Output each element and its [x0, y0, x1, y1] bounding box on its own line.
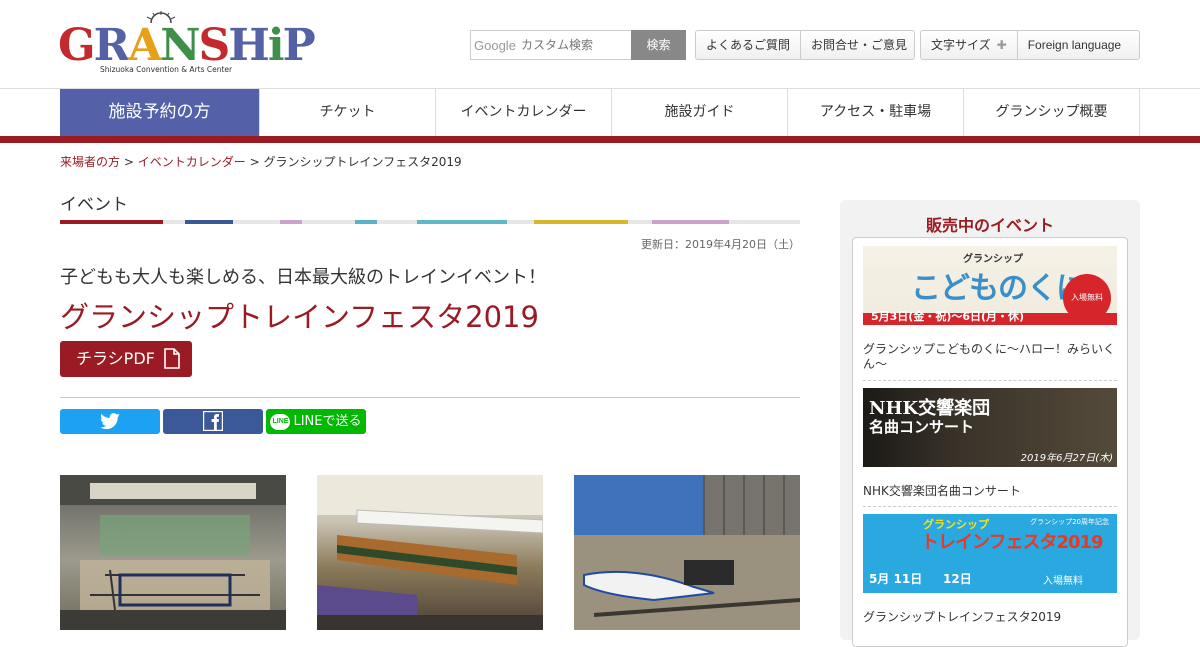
flyer-pdf-label: チラシPDF — [76, 349, 155, 368]
plus-icon: ✚ — [996, 38, 1007, 52]
banner-train-badge: 入場無料 — [1043, 576, 1083, 587]
banner-nhk-sub: 名曲コンサート — [869, 418, 975, 436]
main-nav: 施設予約の方 チケット イベントカレンダー 施設ガイド アクセス・駐車場 グラン… — [60, 89, 1140, 136]
help-links: よくあるご質問 お問合せ・ご意見 — [695, 30, 915, 60]
color-bar-segment — [534, 220, 628, 224]
breadcrumb-sep: > — [123, 155, 134, 169]
color-bar-segment — [628, 220, 652, 224]
document-icon — [164, 348, 180, 369]
logo-wordmark: GRANSHiP — [58, 20, 316, 71]
nav-about[interactable]: グランシップ概要 — [964, 89, 1140, 136]
line-share-button[interactable]: LINE LINEで送る — [266, 409, 366, 434]
sidebar-item-caption[interactable]: NHK交響楽団名曲コンサート — [863, 484, 1117, 499]
banner-train-date-1: 5月 11日 — [869, 572, 923, 586]
sidebar-list: グランシップ こどものくに 入場無料 5月3日(金・祝)～6日(月・休) グラン… — [852, 237, 1128, 647]
color-bar-segment — [652, 220, 729, 224]
nav-tickets[interactable]: チケット — [260, 89, 436, 136]
nav-facility-booking[interactable]: 施設予約の方 — [60, 89, 260, 136]
color-bar-segment — [163, 220, 185, 224]
twitter-icon — [100, 413, 120, 430]
banner-nhk-date: 2019年6月27日(木) — [1020, 453, 1113, 464]
banner-train-festa[interactable]: グランシップ20周年記念 グランシップ トレインフェスタ2019 入場無料 5月… — [863, 514, 1117, 593]
banner-train-sub: トレインフェスタ2019 — [921, 532, 1104, 553]
event-lead: 子どもも大人も楽しめる、日本最大級のトレインイベント！ — [60, 267, 546, 288]
contact-link[interactable]: お問合せ・ご意見 — [800, 31, 917, 59]
event-photo-model-trains[interactable] — [317, 475, 543, 630]
color-bar-segment — [185, 220, 233, 224]
color-bar-segment — [417, 220, 507, 224]
breadcrumb-event-calendar[interactable]: イベントカレンダー — [138, 155, 246, 169]
search-button[interactable]: 検索 — [631, 30, 686, 60]
sidebar-divider — [863, 506, 1117, 507]
section-title: イベント — [60, 195, 128, 215]
color-bar-segment — [280, 220, 302, 224]
facebook-share-button[interactable] — [163, 409, 263, 434]
line-share-label: LINEで送る — [293, 414, 362, 429]
sidebar-item-caption[interactable]: グランシップトレインフェスタ2019 — [863, 610, 1117, 625]
banner-train-note: グランシップ20周年記念 — [1030, 518, 1109, 526]
color-bar-segment — [60, 220, 163, 224]
google-label: Google — [474, 38, 516, 53]
facebook-icon — [202, 410, 224, 432]
utility-links: 文字サイズ ✚ Foreign language — [920, 30, 1140, 60]
logo-subtitle: Shizuoka Convention & Arts Center — [100, 65, 233, 74]
breadcrumb-visitors[interactable]: 来場者の方 — [60, 155, 120, 169]
banner-train-date-2: 12日 — [943, 572, 972, 586]
event-photo-ride-train[interactable] — [574, 475, 800, 630]
share-divider — [60, 397, 800, 398]
event-title: グランシップトレインフェスタ2019 — [60, 300, 539, 334]
sidebar-item-caption[interactable]: グランシップこどものくに～ハロー！みらいくん～ — [863, 342, 1117, 372]
updated-date: 更新日：2019年4月20日（土） — [641, 238, 800, 251]
search-field[interactable]: Google — [470, 30, 632, 60]
color-bar-segment — [302, 220, 355, 224]
search-input[interactable] — [521, 35, 627, 55]
line-icon: LINE — [270, 413, 291, 430]
color-bar-segment — [507, 220, 534, 224]
banner-kodomo-date: 5月3日(金・祝)～6日(月・休) — [871, 310, 1025, 323]
nav-access-parking[interactable]: アクセス・駐車場 — [788, 89, 964, 136]
font-size-button[interactable]: 文字サイズ ✚ — [921, 31, 1017, 59]
banner-kodomo-badge: 入場無料 — [1063, 274, 1111, 322]
category-color-bar — [60, 220, 800, 224]
site-logo[interactable]: GRANSHiP Shizuoka Convention & Arts Cent… — [58, 10, 316, 76]
faq-link[interactable]: よくあるご質問 — [696, 31, 800, 59]
banner-kodomo-no-kuni[interactable]: グランシップ こどものくに 入場無料 5月3日(金・祝)～6日(月・休) — [863, 246, 1117, 325]
nav-facility-guide[interactable]: 施設ガイド — [612, 89, 788, 136]
twitter-share-button[interactable] — [60, 409, 160, 434]
banner-nhk-symphony[interactable]: NHK交響楽団 名曲コンサート 2019年6月27日(木) — [863, 388, 1117, 467]
breadcrumb-sep: > — [249, 155, 260, 169]
color-bar-segment — [355, 220, 377, 224]
nav-accent-bar — [0, 136, 1200, 143]
nav-event-calendar[interactable]: イベントカレンダー — [436, 89, 612, 136]
font-size-label: 文字サイズ — [931, 38, 991, 52]
sidebar-divider — [863, 380, 1117, 381]
sidebar-title: 販売中のイベント — [925, 216, 1054, 235]
breadcrumb-current: グランシップトレインフェスタ2019 — [263, 155, 462, 169]
sidebar-on-sale: 販売中のイベント グランシップ こどものくに 入場無料 5月3日(金・祝)～6日… — [840, 200, 1140, 647]
banner-kodomo-main: こどものくに — [911, 271, 1086, 306]
flyer-pdf-button[interactable]: チラシPDF — [60, 341, 192, 377]
foreign-language-link[interactable]: Foreign language — [1016, 31, 1131, 59]
breadcrumb: 来場者の方 > イベントカレンダー > グランシップトレインフェスタ2019 — [60, 153, 462, 170]
color-bar-segment — [233, 220, 280, 224]
event-photo-layout[interactable] — [60, 475, 286, 630]
color-bar-segment — [377, 220, 417, 224]
